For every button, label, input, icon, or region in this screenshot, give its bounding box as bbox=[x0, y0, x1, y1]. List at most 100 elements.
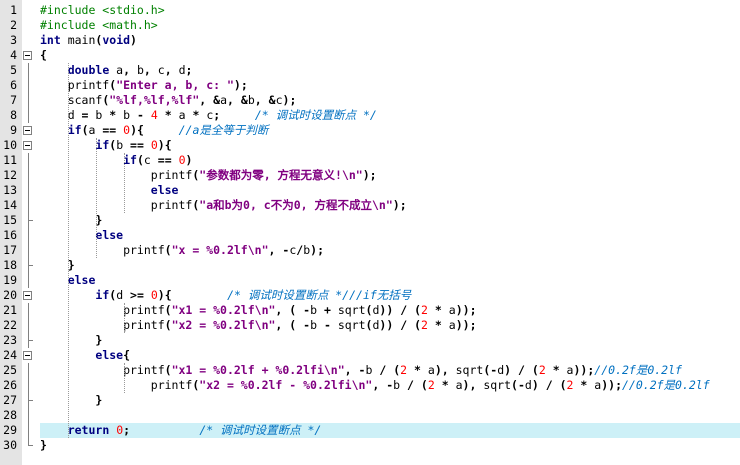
code-text[interactable]: printf("x1 = %0.2lf + %0.2lfi\n", -b / (… bbox=[40, 363, 740, 378]
indent-guide bbox=[68, 63, 69, 438]
line-number: 11 bbox=[3, 153, 17, 167]
indent-guide bbox=[124, 303, 125, 333]
code-line[interactable]: 19 else bbox=[0, 273, 740, 288]
fold-line bbox=[28, 393, 29, 408]
code-text[interactable]: } bbox=[40, 333, 740, 348]
code-text[interactable]: int main(void) bbox=[40, 33, 740, 48]
line-number: 30 bbox=[3, 438, 17, 452]
code-text[interactable]: else bbox=[40, 273, 740, 288]
fold-toggle-icon[interactable] bbox=[23, 291, 32, 300]
code-line[interactable]: 20 if(d >= 0){ /* 调试时设置断点 *///if无括号 bbox=[0, 288, 740, 303]
code-text[interactable]: if(d >= 0){ /* 调试时设置断点 *///if无括号 bbox=[40, 288, 740, 303]
code-text[interactable]: } bbox=[40, 393, 740, 408]
code-text[interactable]: #include <stdio.h> bbox=[40, 3, 740, 18]
fold-line bbox=[28, 108, 29, 123]
code-line[interactable]: 9 if(a == 0){ //a是全等于判断 bbox=[0, 123, 740, 138]
code-text[interactable]: printf("x = %0.2lf\n", -c/b); bbox=[40, 243, 740, 258]
code-line[interactable]: 16 else bbox=[0, 228, 740, 243]
code-line[interactable]: 24 else{ bbox=[0, 348, 740, 363]
code-line[interactable]: 13 else bbox=[0, 183, 740, 198]
code-line[interactable]: 14 printf("a和b为0, c不为0, 方程不成立\n"); bbox=[0, 198, 740, 213]
fold-line bbox=[28, 213, 29, 228]
code-line[interactable]: 12 printf("参数都为零, 方程无意义!\n"); bbox=[0, 168, 740, 183]
code-text[interactable]: scanf("%lf,%lf,%lf", &a, &b, &c); bbox=[40, 93, 740, 108]
code-line[interactable]: 10 if(b == 0){ bbox=[0, 138, 740, 153]
code-text[interactable]: printf("a和b为0, c不为0, 方程不成立\n"); bbox=[40, 198, 740, 213]
code-text[interactable]: if(b == 0){ bbox=[40, 138, 740, 153]
code-text[interactable]: if(c == 0) bbox=[40, 153, 740, 168]
code-text[interactable]: else bbox=[40, 183, 740, 198]
code-line[interactable]: 7 scanf("%lf,%lf,%lf", &a, &b, &c); bbox=[0, 93, 740, 108]
line-number: 16 bbox=[3, 228, 17, 242]
code-text[interactable]: } bbox=[40, 258, 740, 273]
code-line[interactable]: 23 } bbox=[0, 333, 740, 348]
fold-toggle-icon[interactable] bbox=[23, 126, 32, 135]
fold-line bbox=[28, 228, 29, 243]
code-text[interactable]: #include <math.h> bbox=[40, 18, 740, 33]
code-text[interactable]: if(a == 0){ //a是全等于判断 bbox=[40, 123, 740, 138]
code-text[interactable]: else bbox=[40, 228, 740, 243]
code-text[interactable]: else{ bbox=[40, 348, 740, 363]
indent-guide bbox=[124, 153, 125, 213]
code-line[interactable]: 6 printf("Enter a, b, c: "); bbox=[0, 78, 740, 93]
code-line[interactable]: 28 bbox=[0, 408, 740, 423]
code-line[interactable]: 25 printf("x1 = %0.2lf + %0.2lfi\n", -b … bbox=[0, 363, 740, 378]
indent-guide bbox=[124, 363, 125, 393]
code-line[interactable]: 2 #include <math.h> bbox=[0, 18, 740, 33]
line-number: 15 bbox=[3, 213, 17, 227]
fold-toggle-icon[interactable] bbox=[23, 141, 32, 150]
fold-line bbox=[28, 438, 29, 446]
code-text[interactable]: printf("x2 = %0.2lf\n", ( -b - sqrt(d)) … bbox=[40, 318, 740, 333]
fold-line bbox=[28, 153, 29, 168]
line-number: 26 bbox=[3, 378, 17, 392]
code-text[interactable]: printf("x1 = %0.2lf\n", ( -b + sqrt(d)) … bbox=[40, 303, 740, 318]
code-text[interactable]: } bbox=[40, 213, 740, 228]
fold-line bbox=[28, 243, 29, 258]
fold-line bbox=[28, 423, 29, 438]
code-line[interactable]: 21 printf("x1 = %0.2lf\n", ( -b + sqrt(d… bbox=[0, 303, 740, 318]
code-text[interactable]: } bbox=[40, 438, 740, 453]
code-text[interactable]: double a, b, c, d; bbox=[40, 63, 740, 78]
code-text[interactable]: printf("Enter a, b, c: "); bbox=[40, 78, 740, 93]
code-line[interactable]: 11 if(c == 0) bbox=[0, 153, 740, 168]
code-text[interactable]: d = b * b - 4 * a * c; /* 调试时设置断点 */ bbox=[40, 108, 740, 123]
code-line[interactable]: 29 return 0; /* 调试时设置断点 */ bbox=[0, 423, 740, 438]
line-number: 21 bbox=[3, 303, 17, 317]
line-number: 28 bbox=[3, 408, 17, 422]
code-editor[interactable]: 1 #include <stdio.h> 2 #include <math.h> 3 in… bbox=[0, 0, 740, 465]
code-line[interactable]: 18 } bbox=[0, 258, 740, 273]
code-line[interactable]: 17 printf("x = %0.2lf\n", -c/b); bbox=[0, 243, 740, 258]
code-text[interactable]: printf("x2 = %0.2lf - %0.2lfi\n", -b / (… bbox=[40, 378, 740, 393]
fold-toggle-icon[interactable] bbox=[23, 351, 32, 360]
fold-line bbox=[28, 93, 29, 108]
line-number: 5 bbox=[10, 63, 17, 77]
fold-line bbox=[28, 258, 29, 273]
fold-toggle-icon[interactable] bbox=[23, 51, 32, 60]
line-number: 23 bbox=[3, 333, 17, 347]
code-line[interactable]: 1 #include <stdio.h> bbox=[0, 3, 740, 18]
fold-line bbox=[28, 378, 29, 393]
fold-line bbox=[28, 303, 29, 318]
line-number: 24 bbox=[3, 348, 17, 362]
code-text[interactable]: printf("参数都为零, 方程无意义!\n"); bbox=[40, 168, 740, 183]
code-line[interactable]: 4{ bbox=[0, 48, 740, 63]
line-number: 2 bbox=[10, 18, 17, 32]
line-number: 3 bbox=[10, 33, 17, 47]
code-text[interactable]: return 0; /* 调试时设置断点 */ bbox=[40, 423, 740, 438]
code-line[interactable]: 3 int main(void) bbox=[0, 33, 740, 48]
code-line[interactable]: 27 } bbox=[0, 393, 740, 408]
code-line[interactable]: 5 double a, b, c, d; bbox=[0, 63, 740, 78]
code-line[interactable]: 22 printf("x2 = %0.2lf\n", ( -b - sqrt(d… bbox=[0, 318, 740, 333]
code-line[interactable]: 26 printf("x2 = %0.2lf - %0.2lfi\n", -b … bbox=[0, 378, 740, 393]
line-number: 27 bbox=[3, 393, 17, 407]
code-line[interactable]: 15 } bbox=[0, 213, 740, 228]
code-text[interactable]: { bbox=[40, 48, 740, 63]
line-number: 8 bbox=[10, 108, 17, 122]
code-text[interactable] bbox=[40, 408, 740, 423]
line-number: 10 bbox=[3, 138, 17, 152]
code-line[interactable]: 8 d = b * b - 4 * a * c; /* 调试时设置断点 */ bbox=[0, 108, 740, 123]
code-line[interactable]: 30} bbox=[0, 438, 740, 453]
fold-line bbox=[28, 273, 29, 288]
line-number: 18 bbox=[3, 258, 17, 272]
line-number: 25 bbox=[3, 363, 17, 377]
